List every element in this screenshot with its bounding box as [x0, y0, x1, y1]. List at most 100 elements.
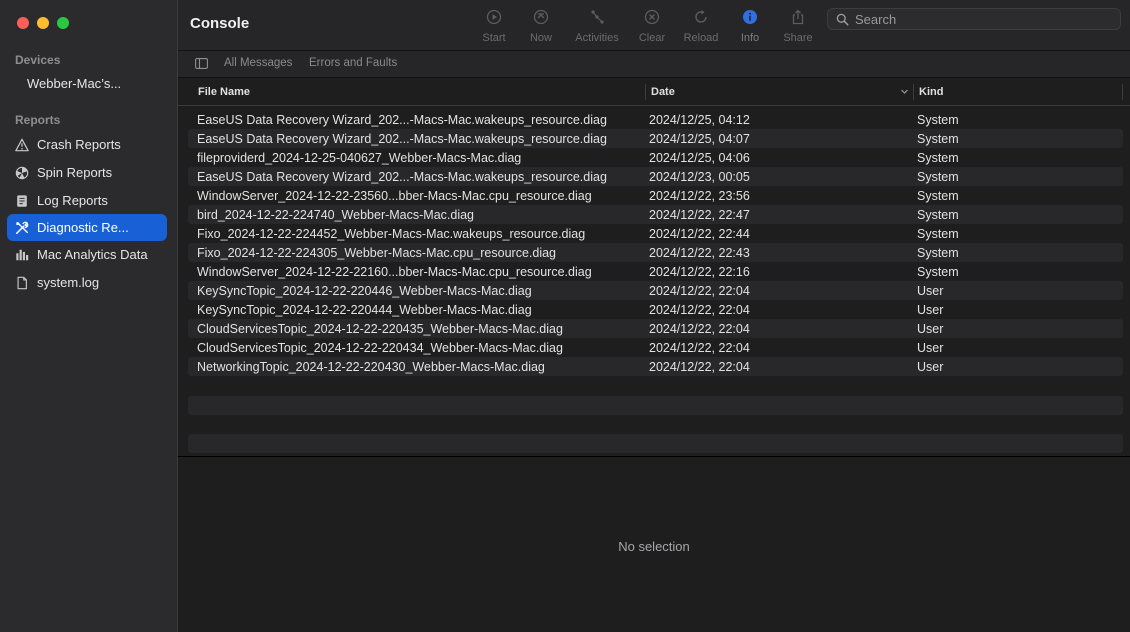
chevron-down-icon[interactable] [900, 87, 909, 96]
date-cell: 2024/12/22, 22:44 [649, 226, 750, 241]
filter-all-messages[interactable]: All Messages [224, 57, 292, 69]
date-cell: 2024/12/22, 22:47 [649, 207, 750, 222]
clear-label: Clear [638, 32, 666, 44]
detail-pane: No selection [178, 457, 1130, 632]
sidebar-item-spin-reports[interactable]: Spin Reports [7, 159, 167, 186]
table-row[interactable]: Fixo_2024-12-22-224305_Webber-Macs-Mac.c… [188, 243, 1123, 262]
table-row[interactable]: Fixo_2024-12-22-224452_Webber-Macs-Mac.w… [188, 224, 1123, 243]
sidebar-item-crash-reports[interactable]: Crash Reports [7, 131, 167, 158]
devices-heading: Devices [15, 53, 61, 67]
main-pane: Console Start Now Activities Clear Reloa… [178, 0, 1130, 632]
table-body: EaseUS Data Recovery Wizard_202...-Macs-… [188, 110, 1123, 376]
sidebar-item-label: Crash Reports [37, 137, 121, 152]
info-icon [741, 8, 759, 26]
table-row[interactable]: CloudServicesTopic_2024-12-22-220434_Web… [188, 338, 1123, 357]
column-date[interactable]: Date [651, 86, 675, 98]
close-window-button[interactable] [17, 17, 29, 29]
sidebar: Devices Webber-Mac’s... Reports Crash Re… [0, 0, 178, 632]
sidebar-item-diagnostic-reports[interactable]: Diagnostic Re... [7, 214, 167, 241]
date-cell: 2024/12/22, 22:43 [649, 245, 750, 260]
sidebar-item-label: Spin Reports [37, 165, 113, 180]
clear-icon [643, 8, 661, 26]
table-row[interactable]: WindowServer_2024-12-22-23560...bber-Mac… [188, 186, 1123, 205]
date-cell: 2024/12/23, 00:05 [649, 169, 750, 184]
now-icon [532, 8, 550, 26]
document-icon [15, 276, 29, 290]
activities-label: Activities [575, 32, 619, 44]
file-name-cell: CloudServicesTopic_2024-12-22-220434_Web… [197, 340, 563, 355]
table-row[interactable]: EaseUS Data Recovery Wizard_202...-Macs-… [188, 167, 1123, 186]
start-label: Start [482, 32, 506, 44]
toolbar: Console Start Now Activities Clear Reloa… [178, 0, 1130, 51]
column-kind[interactable]: Kind [919, 86, 943, 98]
sidebar-item-log-reports[interactable]: Log Reports [7, 187, 167, 214]
date-cell: 2024/12/22, 22:04 [649, 340, 750, 355]
file-name-cell: CloudServicesTopic_2024-12-22-220435_Web… [197, 321, 563, 336]
tools-icon [15, 221, 29, 235]
share-label: Share [783, 32, 813, 44]
table-row[interactable]: fileproviderd_2024-12-25-040627_Webber-M… [188, 148, 1123, 167]
now-button[interactable]: Now [511, 8, 571, 44]
kind-cell: System [917, 226, 959, 241]
sidebar-item-label: system.log [37, 275, 100, 290]
file-name-cell: EaseUS Data Recovery Wizard_202...-Macs-… [197, 131, 607, 146]
filter-bar: All Messages Errors and Faults [178, 51, 1130, 78]
column-divider[interactable] [913, 84, 914, 100]
file-name-cell: KeySyncTopic_2024-12-22-220444_Webber-Ma… [197, 302, 532, 317]
zoom-window-button[interactable] [57, 17, 69, 29]
kind-cell: User [917, 302, 944, 317]
chart-icon [15, 248, 29, 262]
column-divider[interactable] [645, 84, 646, 100]
file-name-cell: WindowServer_2024-12-22-22160...bber-Mac… [197, 264, 592, 279]
sidebar-item-device[interactable]: Webber-Mac’s... [7, 70, 167, 97]
share-button[interactable]: Share [768, 8, 828, 44]
search-field[interactable] [827, 8, 1121, 30]
search-input[interactable] [855, 11, 1105, 27]
sidebar-toggle-icon[interactable] [195, 58, 208, 69]
kind-cell: User [917, 283, 944, 298]
table-row[interactable]: KeySyncTopic_2024-12-22-220446_Webber-Ma… [188, 281, 1123, 300]
table-row[interactable]: CloudServicesTopic_2024-12-22-220435_Web… [188, 319, 1123, 338]
table-row[interactable]: KeySyncTopic_2024-12-22-220444_Webber-Ma… [188, 300, 1123, 319]
table-row[interactable]: EaseUS Data Recovery Wizard_202...-Macs-… [188, 110, 1123, 129]
file-name-cell: WindowServer_2024-12-22-23560...bber-Mac… [197, 188, 592, 203]
reload-label: Reload [683, 32, 719, 44]
file-name-cell: bird_2024-12-22-224740_Webber-Macs-Mac.d… [197, 207, 475, 222]
table-row[interactable]: bird_2024-12-22-224740_Webber-Macs-Mac.d… [188, 205, 1123, 224]
kind-cell: System [917, 245, 959, 260]
kind-cell: User [917, 340, 944, 355]
sidebar-item-system-log[interactable]: system.log [7, 269, 167, 296]
console-window: Devices Webber-Mac’s... Reports Crash Re… [0, 0, 1130, 632]
table-row[interactable]: EaseUS Data Recovery Wizard_202...-Macs-… [188, 129, 1123, 148]
activities-button[interactable]: Activities [567, 8, 627, 44]
file-name-cell: Fixo_2024-12-22-224305_Webber-Macs-Mac.c… [197, 245, 556, 260]
sidebar-item-mac-analytics-data[interactable]: Mac Analytics Data [7, 241, 167, 268]
device-name-label: Webber-Mac’s... [27, 76, 122, 91]
minimize-window-button[interactable] [37, 17, 49, 29]
column-file-name[interactable]: File Name [198, 86, 250, 98]
table-row[interactable]: WindowServer_2024-12-22-22160...bber-Mac… [188, 262, 1123, 281]
date-cell: 2024/12/22, 22:04 [649, 302, 750, 317]
date-cell: 2024/12/25, 04:06 [649, 150, 750, 165]
kind-cell: System [917, 264, 959, 279]
empty-table-row [188, 396, 1123, 415]
date-cell: 2024/12/22, 23:56 [649, 188, 750, 203]
spin-icon [15, 166, 29, 180]
date-cell: 2024/12/25, 04:07 [649, 131, 750, 146]
warning-icon [15, 138, 29, 152]
sidebar-item-label: Mac Analytics Data [37, 247, 148, 262]
file-name-cell: EaseUS Data Recovery Wizard_202...-Macs-… [197, 112, 607, 127]
filter-errors-faults[interactable]: Errors and Faults [309, 57, 397, 69]
reports-heading: Reports [15, 113, 61, 127]
kind-cell: User [917, 359, 944, 374]
play-icon [485, 8, 503, 26]
now-label: Now [529, 32, 552, 44]
kind-cell: System [917, 131, 959, 146]
table-row[interactable]: NetworkingTopic_2024-12-22-220430_Webber… [188, 357, 1123, 376]
kind-cell: System [917, 112, 959, 127]
share-icon [789, 8, 807, 26]
file-name-cell: KeySyncTopic_2024-12-22-220446_Webber-Ma… [197, 283, 532, 298]
log-icon [15, 194, 29, 208]
sidebar-item-label: Log Reports [37, 193, 108, 208]
column-divider[interactable] [1122, 84, 1123, 100]
